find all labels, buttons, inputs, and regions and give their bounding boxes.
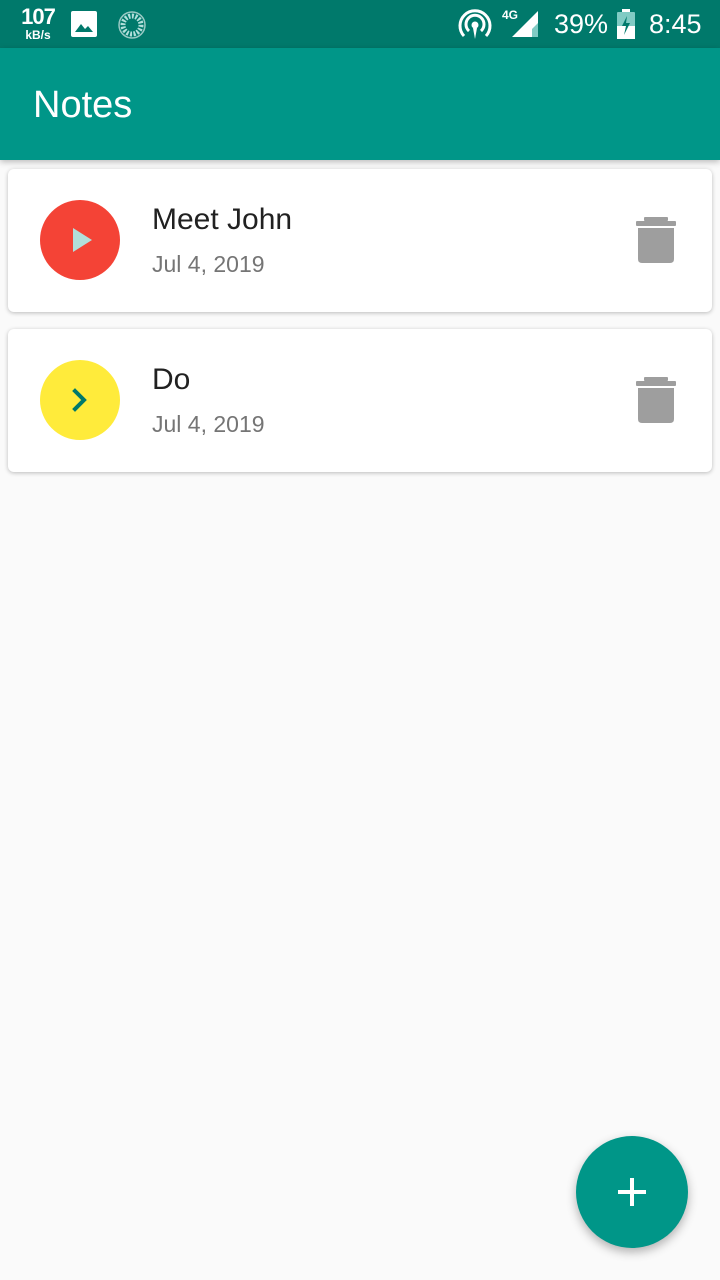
signal-icon <box>512 11 538 37</box>
note-card[interactable]: Do Jul 4, 2019 <box>8 329 712 472</box>
clock: 8:45 <box>649 9 702 39</box>
hotspot-icon <box>458 9 492 39</box>
network-speed: 107 kB/s <box>18 4 58 42</box>
battery-percent: 39% <box>554 9 609 39</box>
note-date: Jul 4, 2019 <box>152 251 265 277</box>
delete-icon[interactable] <box>634 375 678 423</box>
delete-icon[interactable] <box>634 215 678 263</box>
note-avatar <box>40 200 120 280</box>
battery-icon <box>617 9 635 39</box>
note-title: Meet John <box>152 203 293 236</box>
note-title: Do <box>152 363 191 396</box>
app-bar: Notes <box>0 48 720 160</box>
add-icon <box>618 1178 646 1206</box>
network-speed-value: 107 <box>21 4 56 29</box>
add-note-button[interactable] <box>576 1136 688 1248</box>
sync-icon <box>118 11 146 39</box>
play-icon <box>73 228 92 252</box>
note-card[interactable]: Meet John Jul 4, 2019 <box>8 169 712 312</box>
chevron-right-icon <box>72 388 87 412</box>
image-icon <box>71 11 97 37</box>
page-title: Notes <box>33 84 133 126</box>
network-speed-unit: kB/s <box>25 28 51 42</box>
status-bar: 107 kB/s 4G 39% 8:45 <box>0 0 720 48</box>
note-date: Jul 4, 2019 <box>152 411 265 437</box>
note-avatar <box>40 360 120 440</box>
